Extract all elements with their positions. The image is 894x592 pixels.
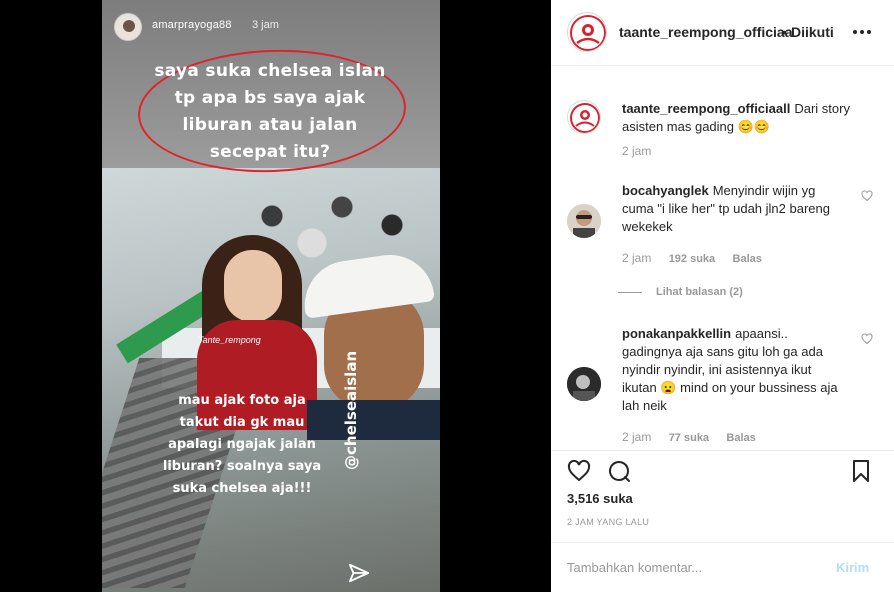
photo-man-body <box>307 400 440 440</box>
caption-time: 2 jam <box>622 144 652 158</box>
post-viewer: amarprayoga88 3 jam saya suka chelsea is… <box>0 0 894 592</box>
user-photo-icon <box>567 367 601 401</box>
photo-woman-face <box>224 250 282 322</box>
story-username: amarprayoga88 <box>152 19 232 31</box>
post-actions: 3,516 suka 2 JAM YANG LALU <box>551 450 894 542</box>
brand-logo-icon <box>570 15 606 51</box>
post-comment-button[interactable]: Kirim <box>836 560 869 575</box>
save-bookmark-icon[interactable] <box>849 459 873 483</box>
comment-meta: 2 jam 192 suka Balas <box>622 251 776 265</box>
likes-count[interactable]: 3,516 suka <box>567 491 633 506</box>
caption-meta: 2 jam <box>622 144 665 158</box>
post-side-panel: taante_reempong_officiaa • Diikuti taant… <box>551 0 894 592</box>
like-heart-icon[interactable] <box>567 459 591 483</box>
story-caption-bottom: mau ajak foto aja takut dia gk mau apala… <box>162 393 322 496</box>
replies-divider <box>618 291 642 293</box>
story-watermark: Tante_rempong <box>198 335 261 345</box>
brand-logo-icon <box>570 103 600 133</box>
caption-username[interactable]: taante_reempong_officiaall <box>622 101 790 116</box>
view-replies-button[interactable]: Lihat balasan (2) <box>618 286 743 298</box>
story-mention: @chelseaislan <box>342 350 360 470</box>
header-username[interactable]: taante_reempong_officiaa <box>619 24 793 40</box>
commenter-avatar[interactable] <box>567 204 601 238</box>
view-replies-label: Lihat balasan (2) <box>656 286 743 298</box>
following-button[interactable]: Diikuti <box>791 24 834 40</box>
story-avatar <box>114 13 142 41</box>
story-caption-top: saya suka chelsea islan tp apa bs saya a… <box>154 61 386 162</box>
post-media: amarprayoga88 3 jam saya suka chelsea is… <box>0 0 551 592</box>
comment-time: 2 jam <box>622 251 652 265</box>
header-separator: • <box>782 24 787 40</box>
commenter-avatar[interactable] <box>567 367 601 401</box>
like-comment-icon[interactable] <box>861 333 873 345</box>
comment-text-block: bocahyanglek Menyindir wijin yg cuma "i l… <box>622 182 842 236</box>
like-comment-icon[interactable] <box>861 190 873 202</box>
comment-input[interactable] <box>567 557 817 577</box>
comment-meta: 2 jam 77 suka Balas <box>622 430 770 444</box>
comment-list[interactable]: taante_reempong_officiaall Dari story asi… <box>551 67 894 450</box>
comment-likes[interactable]: 192 suka <box>669 253 715 265</box>
comment-username[interactable]: bocahyanglek <box>622 183 709 198</box>
account-avatar[interactable] <box>567 12 607 52</box>
caption-avatar[interactable] <box>567 100 601 134</box>
send-icon <box>348 563 370 583</box>
posted-time: 2 JAM YANG LALU <box>567 517 650 527</box>
reply-button[interactable]: Balas <box>733 253 762 265</box>
comment-text-block: ponakanpakkellin apaansi.. gadingnya aja … <box>622 325 842 415</box>
comment-likes[interactable]: 77 suka <box>669 432 709 444</box>
story-screenshot-image: amarprayoga88 3 jam saya suka chelsea is… <box>102 0 440 592</box>
comment-bubble-icon[interactable] <box>607 459 631 483</box>
story-time: 3 jam <box>252 19 279 31</box>
user-photo-icon <box>567 204 601 238</box>
caption-text-block: taante_reempong_officiaall Dari story asi… <box>622 100 862 136</box>
add-comment-bar: Kirim <box>551 542 894 592</box>
post-header: taante_reempong_officiaa • Diikuti <box>551 0 894 66</box>
more-options-icon[interactable] <box>851 26 873 38</box>
comment-username[interactable]: ponakanpakkellin <box>622 326 731 341</box>
reply-button[interactable]: Balas <box>726 432 755 444</box>
comment-time: 2 jam <box>622 430 652 444</box>
